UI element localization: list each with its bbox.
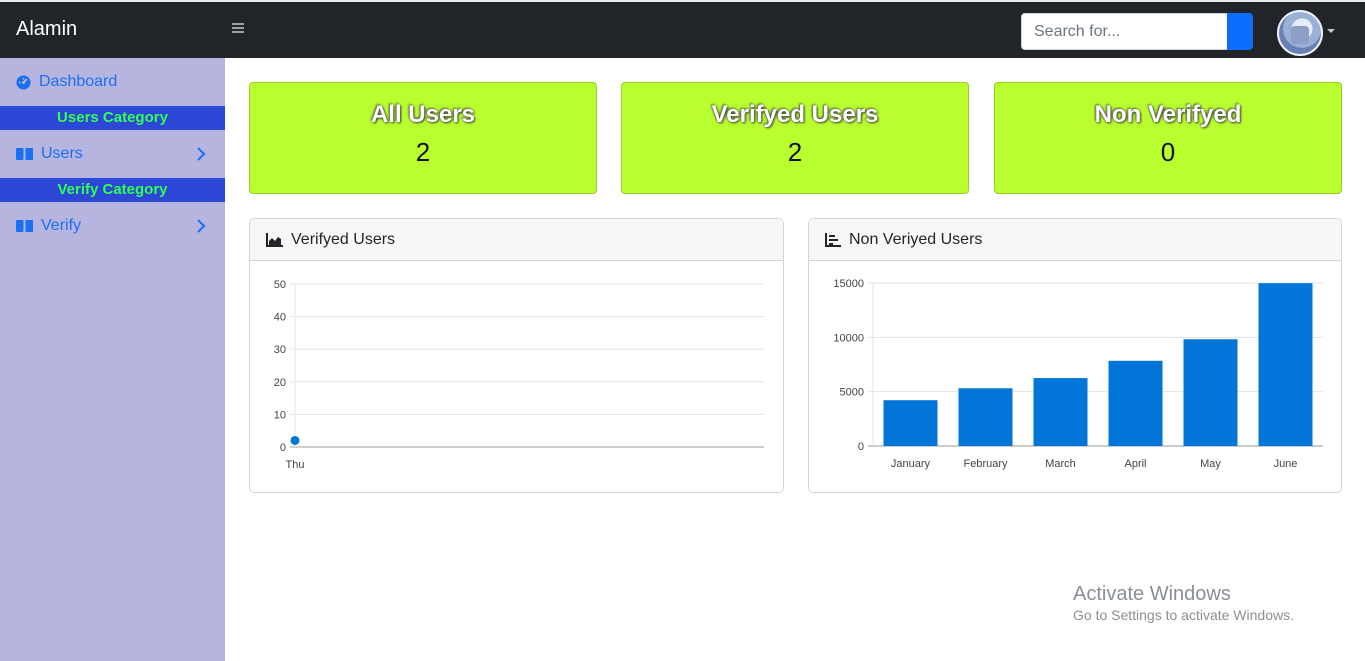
sidebar-item-label: Dashboard — [39, 73, 118, 90]
y-tick-label: 50 — [274, 279, 286, 291]
activate-windows-subtitle: Go to Settings to activate Windows. — [1073, 607, 1294, 623]
y-tick-label: 10000 — [833, 332, 864, 344]
chevron-right-icon[interactable] — [196, 146, 206, 162]
dashboard-gauge-icon — [16, 74, 31, 90]
sidebar-item-label: Verify — [41, 217, 82, 234]
users-category-header: Users Category — [0, 106, 225, 130]
verified-users-line-chart: 0 10 20 30 40 50 Thu — [274, 279, 764, 471]
non-verified-users-bar-chart: 0 5000 10000 15000 January February March April… — [833, 278, 1323, 470]
stat-card-value: 2 — [415, 137, 431, 167]
sidebar: Dashboard Users Category Users Verify Ca… — [0, 58, 225, 661]
bar — [1033, 378, 1088, 446]
bar — [1108, 360, 1163, 446]
bar — [958, 388, 1013, 446]
x-tick-label: April — [1124, 458, 1146, 470]
y-tick-label: 5000 — [840, 387, 864, 399]
search-form — [1021, 13, 1253, 50]
data-point — [290, 435, 300, 445]
x-tick-label: June — [1274, 458, 1298, 470]
sidebar-item-label: Users — [41, 145, 83, 162]
sidebar-toggle-icon[interactable] — [232, 21, 248, 39]
x-tick-label: May — [1200, 458, 1221, 470]
user-avatar[interactable] — [1277, 10, 1323, 56]
stat-card-all-users: All Users 2 — [249, 82, 597, 194]
stat-card-value: 0 — [1160, 137, 1176, 167]
book-open-icon — [16, 220, 33, 232]
panel-title: Verifyed Users — [291, 230, 396, 248]
x-tick-label: January — [891, 458, 931, 470]
sidebar-item-users[interactable]: Users — [16, 142, 83, 166]
non-verified-users-panel: Non Veriyed Users 0 5000 10000 15000 January… — [808, 218, 1342, 493]
y-tick-label: 40 — [274, 312, 286, 324]
y-tick-label: 0 — [858, 441, 864, 453]
stat-card-title: All Users — [370, 101, 476, 128]
bar — [883, 400, 938, 446]
y-tick-label: 30 — [274, 344, 286, 356]
activate-windows-title: Activate Windows — [1073, 583, 1231, 605]
panel-header: Verifyed Users — [250, 219, 783, 261]
stat-card-non-verified: Non Verifyed 0 — [994, 82, 1342, 194]
sidebar-item-dashboard[interactable]: Dashboard — [16, 70, 117, 94]
y-tick-label: 20 — [274, 377, 286, 389]
bar — [1183, 339, 1238, 446]
top-navbar: Alamin — [0, 0, 1365, 58]
stat-card-title: Non Verifyed — [1094, 101, 1242, 128]
verify-category-header: Verify Category — [0, 178, 225, 202]
y-tick-label: 0 — [280, 442, 286, 454]
chevron-right-icon[interactable] — [196, 218, 206, 234]
y-tick-label: 15000 — [833, 278, 864, 290]
x-tick-label: Thu — [286, 459, 305, 471]
y-tick-label: 10 — [274, 409, 286, 421]
x-tick-label: February — [963, 458, 1008, 470]
stat-card-verified-users: Verifyed Users 2 — [621, 82, 969, 194]
panel-header: Non Veriyed Users — [809, 219, 1341, 261]
user-dropdown-caret-icon[interactable] — [1327, 29, 1335, 33]
stat-card-title: Verifyed Users — [711, 101, 879, 128]
x-tick-label: March — [1045, 458, 1076, 470]
area-chart-icon — [266, 232, 283, 247]
bar — [1258, 283, 1313, 446]
brand-title[interactable]: Alamin — [16, 18, 77, 41]
search-input[interactable] — [1021, 13, 1227, 50]
stat-card-value: 2 — [787, 137, 803, 167]
verified-users-panel: Verifyed Users 0 10 20 30 40 50 Thu — [249, 218, 784, 493]
sidebar-item-verify[interactable]: Verify — [16, 214, 81, 238]
book-open-icon — [16, 148, 33, 160]
bar-chart-icon — [825, 232, 841, 247]
panel-title: Non Veriyed Users — [849, 230, 983, 248]
search-button[interactable] — [1227, 13, 1253, 50]
